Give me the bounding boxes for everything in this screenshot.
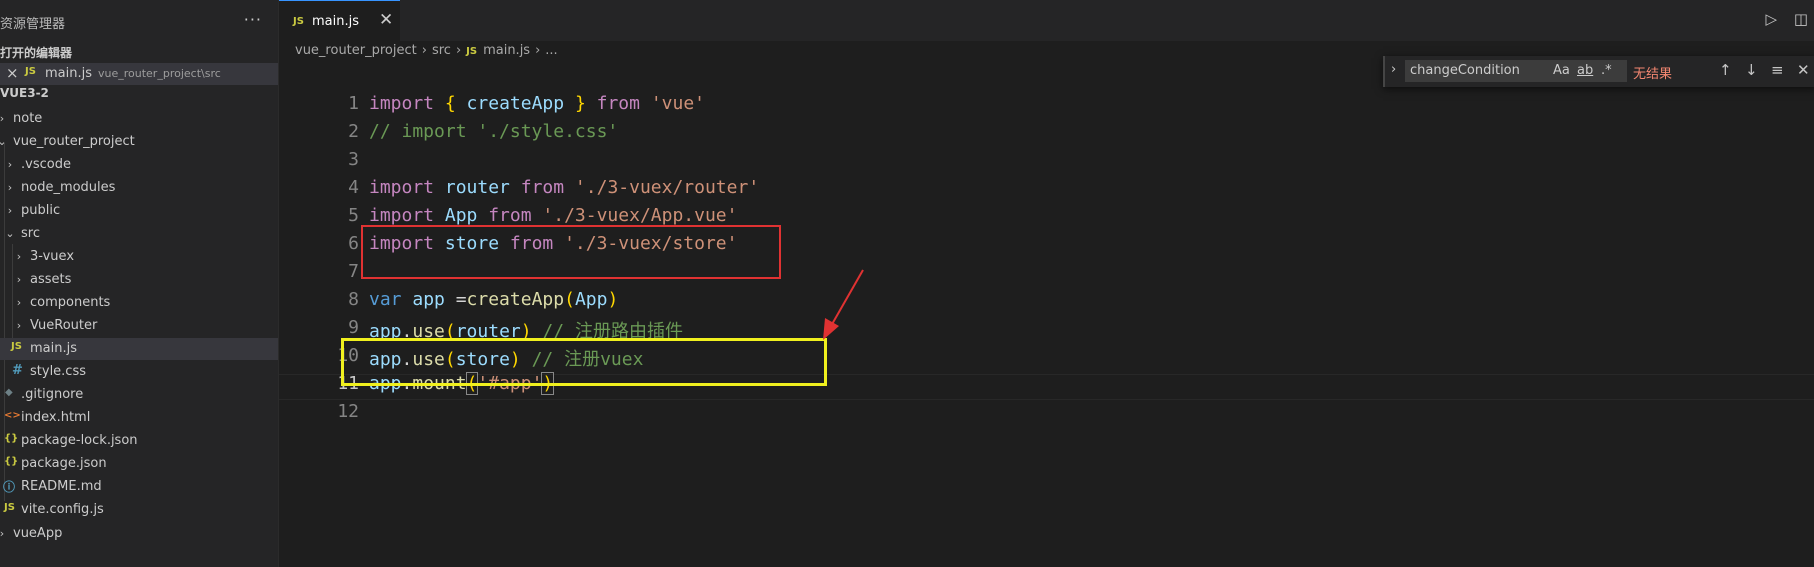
git-file-icon: ◆ bbox=[5, 387, 13, 398]
chevron-down-icon: ⌄ bbox=[0, 135, 7, 149]
open-editor-name: main.js bbox=[45, 66, 92, 81]
code-line-5[interactable]: import App from './3-vuex/App.vue' bbox=[369, 205, 737, 226]
json-file-icon: {} bbox=[4, 433, 19, 444]
tree-item-note[interactable]: › note bbox=[0, 108, 278, 130]
code-line-2[interactable]: // import './style.css' bbox=[369, 121, 618, 142]
tree-item-main-js[interactable]: JS main.js bbox=[0, 338, 278, 360]
code-line-1[interactable]: import { createApp } from 'vue' bbox=[369, 93, 705, 114]
toggle-replace-icon[interactable]: › bbox=[1391, 62, 1396, 77]
line-number: 8 bbox=[348, 289, 359, 310]
open-editor-item[interactable]: × JS main.js vue_router_project\src bbox=[0, 63, 278, 85]
code-line-4[interactable]: import router from './3-vuex/router' bbox=[369, 177, 759, 198]
close-icon[interactable]: ✕ bbox=[379, 10, 393, 30]
explorer-title-bar: 资源管理器 ··· bbox=[0, 10, 278, 32]
js-file-icon: JS bbox=[466, 46, 478, 57]
breadcrumb-src[interactable]: src bbox=[432, 43, 451, 58]
tree-item-package-json[interactable]: {} package.json bbox=[0, 453, 278, 475]
run-icon[interactable]: ▷ bbox=[1765, 10, 1777, 28]
explorer-sidebar: 资源管理器 ··· 打开的编辑器 × JS main.js vue_router_… bbox=[0, 0, 279, 567]
tree-item-3-vuex[interactable]: › 3-vuex bbox=[0, 246, 278, 268]
tree-item-package-lock-json[interactable]: {} package-lock.json bbox=[0, 430, 278, 452]
js-file-icon: JS bbox=[293, 16, 304, 27]
explorer-title: 资源管理器 bbox=[0, 17, 66, 32]
editor-area: JS main.js ✕ ▷ ◫ vue_router_project › src ›… bbox=[279, 0, 1814, 567]
tree-item-style-css[interactable]: # style.css bbox=[0, 361, 278, 383]
match-case-icon[interactable]: Aa bbox=[1553, 63, 1570, 78]
tree-item-vueapp[interactable]: › vueApp bbox=[0, 523, 278, 545]
breadcrumb-symbol[interactable]: ... bbox=[545, 43, 557, 58]
open-editor-path: vue_router_project\src bbox=[98, 67, 221, 80]
line-number: 6 bbox=[348, 233, 359, 254]
breadcrumb-project[interactable]: vue_router_project bbox=[295, 43, 417, 58]
tree-item-node-modules[interactable]: › node_modules bbox=[0, 177, 278, 199]
match-word-icon[interactable]: ab bbox=[1577, 63, 1593, 78]
close-icon[interactable]: × bbox=[6, 64, 19, 82]
find-widget: › changeCondition Aa ab .* 无结果 ↑ ↓ ≡ ✕ bbox=[1383, 56, 1814, 87]
json-file-icon: {} bbox=[4, 456, 19, 467]
find-in-selection-icon[interactable]: ≡ bbox=[1771, 61, 1784, 79]
chevron-right-icon: › bbox=[16, 273, 22, 286]
more-actions-icon[interactable]: ··· bbox=[244, 10, 262, 29]
regex-icon[interactable]: .* bbox=[1601, 63, 1612, 78]
tree-item-components[interactable]: › components bbox=[0, 292, 278, 314]
tree-item-vscode[interactable]: › .vscode bbox=[0, 154, 278, 176]
yellow-highlight-box bbox=[341, 338, 827, 386]
annotation-arrow bbox=[823, 269, 864, 340]
chevron-down-icon: ⌄ bbox=[5, 227, 15, 240]
chevron-right-icon: › bbox=[16, 296, 22, 309]
workspace-header[interactable]: VUE3-2 bbox=[0, 86, 49, 100]
close-icon[interactable]: ✕ bbox=[1797, 61, 1810, 79]
line-number: 5 bbox=[348, 205, 359, 226]
red-highlight-box bbox=[361, 225, 781, 279]
find-input[interactable]: changeCondition Aa ab .* bbox=[1405, 60, 1627, 82]
chevron-right-icon: › bbox=[0, 527, 5, 540]
line-number: 12 bbox=[337, 401, 359, 422]
chevron-right-icon: › bbox=[7, 181, 13, 194]
tree-item-public[interactable]: › public bbox=[0, 200, 278, 222]
breadcrumb: vue_router_project › src › JS main.js ›... bbox=[295, 43, 558, 58]
tree-item-readme-md[interactable]: ⓘ README.md bbox=[0, 476, 278, 498]
line-number: 2 bbox=[348, 121, 359, 142]
line-number: 4 bbox=[348, 177, 359, 198]
tab-bar: JS main.js ✕ ▷ ◫ bbox=[279, 0, 1814, 41]
tree-item-assets[interactable]: › assets bbox=[0, 269, 278, 291]
tree-item-index-html[interactable]: <> index.html bbox=[0, 407, 278, 429]
css-file-icon: # bbox=[12, 363, 23, 378]
breadcrumb-file[interactable]: main.js bbox=[483, 43, 530, 58]
js-file-icon: JS bbox=[25, 66, 36, 77]
html-file-icon: <> bbox=[4, 410, 21, 421]
arrow-down-icon[interactable]: ↓ bbox=[1745, 61, 1758, 79]
find-query: changeCondition bbox=[1410, 63, 1520, 78]
arrow-up-icon[interactable]: ↑ bbox=[1719, 61, 1732, 79]
tab-label: main.js bbox=[312, 14, 359, 29]
chevron-right-icon: › bbox=[7, 158, 13, 171]
open-editors-header[interactable]: 打开的编辑器 bbox=[0, 44, 72, 61]
code-line-8[interactable]: var app =createApp(App) bbox=[369, 289, 618, 310]
line-number: 1 bbox=[348, 93, 359, 114]
chevron-right-icon: › bbox=[16, 250, 22, 263]
tree-item-vuerouter[interactable]: › VueRouter bbox=[0, 315, 278, 337]
line-number: 7 bbox=[348, 261, 359, 282]
line-number: 9 bbox=[348, 317, 359, 338]
chevron-right-icon: › bbox=[16, 319, 22, 332]
chevron-right-icon: › bbox=[0, 112, 5, 125]
js-file-icon: JS bbox=[11, 341, 22, 352]
info-file-icon: ⓘ bbox=[3, 480, 16, 494]
split-editor-icon[interactable]: ◫ bbox=[1794, 10, 1808, 28]
js-file-icon: JS bbox=[4, 502, 15, 513]
tab-main-js[interactable]: JS main.js ✕ bbox=[279, 0, 400, 41]
tree-item-vue-router-project[interactable]: ⌄ vue_router_project bbox=[0, 131, 278, 153]
tree-item-src[interactable]: ⌄ src bbox=[0, 223, 278, 245]
tree-item-vite-config-js[interactable]: JS vite.config.js bbox=[0, 499, 278, 521]
tree-item-gitignore[interactable]: ◆ .gitignore bbox=[0, 384, 278, 406]
find-result-status: 无结果 bbox=[1633, 67, 1673, 82]
line-number: 3 bbox=[348, 149, 359, 170]
chevron-right-icon: › bbox=[7, 204, 13, 217]
